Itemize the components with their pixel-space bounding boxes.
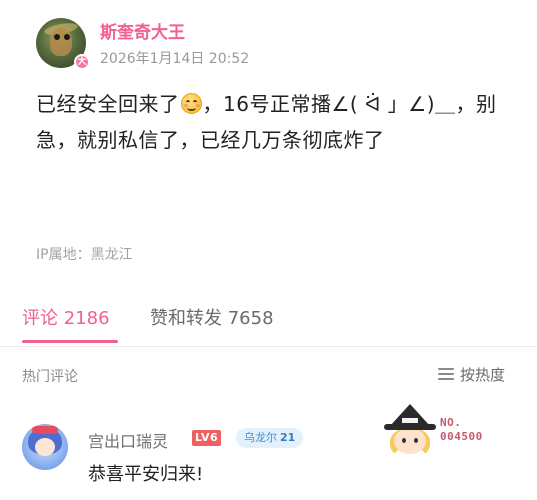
post-body: 已经安全回来了 ，16号正常播∠( ᐛ 」∠)＿，别急，就别私信了，已经几万条彻底… <box>36 86 506 158</box>
author-name[interactable]: 斯奎奇大王 <box>100 18 185 43</box>
post-header: 大 斯奎奇大王 2026年1月14日 20:52 <box>36 18 526 74</box>
commenter-avatar[interactable] <box>22 424 68 470</box>
smiling-face-icon <box>180 93 202 114</box>
sort-by-hotness-button[interactable]: 按热度 <box>438 364 505 385</box>
post-text-part1: 已经安全回来了 <box>36 92 180 116</box>
fan-medal-name: 乌龙尔 <box>244 431 277 444</box>
hot-comments-title: 热门评论 <box>22 369 78 385</box>
sort-label: 按热度 <box>460 366 506 384</box>
menu-lines-icon <box>438 368 454 380</box>
vip-badge-icon: 大 <box>74 54 90 70</box>
tab-comments[interactable]: 评论 2186 <box>22 304 110 330</box>
fan-medal-badge[interactable]: 乌龙尔 21 <box>236 428 304 448</box>
comment-tabs: 评论 2186 赞和转发 7658 <box>22 300 522 350</box>
tab-likes-reposts[interactable]: 赞和转发 7658 <box>150 304 274 330</box>
sticker-number: 004500 <box>440 430 483 443</box>
fan-medal-level: 21 <box>280 431 296 444</box>
comment-text: 恭喜平安归来! <box>88 464 204 485</box>
ip-location: IP属地：黑龙江 <box>36 247 133 263</box>
post-timestamp: 2026年1月14日 20:52 <box>100 51 250 67</box>
decoration-card-sticker[interactable]: NO. 004500 <box>384 404 504 460</box>
divider <box>0 346 537 347</box>
commenter-name[interactable]: 宫出口瑞灵 <box>88 428 168 452</box>
post-detail-page: 大 斯奎奇大王 2026年1月14日 20:52 已经安全回来了 ，16号正常播∠… <box>0 0 537 500</box>
active-tab-indicator <box>22 340 118 343</box>
user-level-badge: LV6 <box>192 430 222 446</box>
sticker-number-prefix: NO. <box>440 416 462 429</box>
